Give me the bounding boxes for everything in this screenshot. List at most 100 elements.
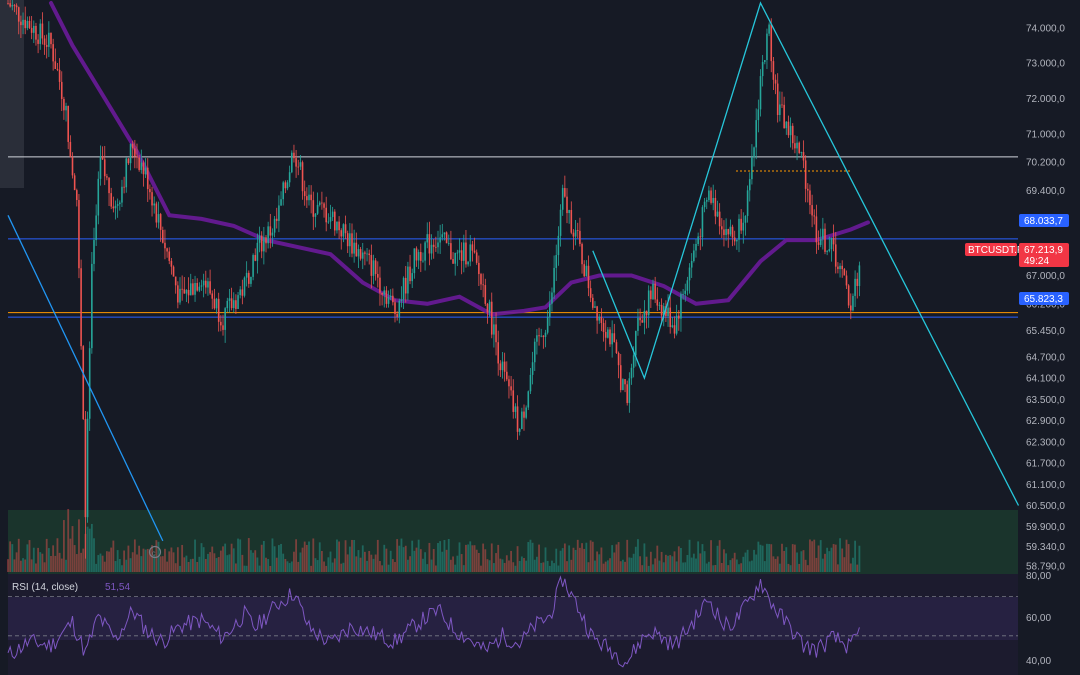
volume-bar bbox=[841, 548, 844, 572]
volume-bar bbox=[170, 547, 173, 572]
price-tick-label: 60.500,0 bbox=[1026, 501, 1065, 512]
chart-canvas[interactable]: c 74.000,0 73.000,0 72.000,0 71.000,0 70.200… bbox=[0, 0, 1080, 675]
candle-body bbox=[252, 255, 254, 277]
volume-bar bbox=[144, 549, 147, 572]
candle-body bbox=[546, 316, 549, 333]
candle-body bbox=[265, 237, 267, 244]
volume-bar bbox=[121, 565, 123, 572]
symbol-badge: BTCUSDT.P bbox=[965, 243, 1024, 256]
candle-body bbox=[656, 299, 659, 306]
volume-bar bbox=[667, 555, 669, 572]
candle-body bbox=[65, 105, 67, 111]
volume-bar bbox=[671, 556, 674, 572]
candle-body bbox=[327, 221, 330, 223]
volume-bar bbox=[598, 554, 601, 572]
candle-body bbox=[71, 156, 74, 176]
candle-body bbox=[209, 281, 211, 294]
volume-bar bbox=[269, 565, 272, 572]
volume-bar bbox=[632, 553, 635, 572]
candle-body bbox=[850, 305, 852, 311]
candle-body bbox=[856, 278, 859, 286]
volume-bar bbox=[654, 558, 657, 572]
candle-body bbox=[602, 322, 605, 332]
volume-bar bbox=[376, 539, 379, 572]
candle-body bbox=[54, 61, 57, 69]
candle-body bbox=[598, 316, 601, 321]
volume-bar bbox=[843, 557, 846, 572]
candle-body bbox=[149, 189, 151, 193]
candle-body bbox=[482, 284, 484, 286]
volume-bar bbox=[723, 549, 725, 572]
candle-body bbox=[824, 228, 826, 252]
volume-bar bbox=[665, 554, 667, 572]
volume-bar bbox=[697, 541, 700, 572]
volume-bar bbox=[402, 547, 405, 572]
volume-bar bbox=[763, 561, 766, 572]
candle-body bbox=[202, 280, 205, 286]
candle-body bbox=[514, 406, 517, 412]
volume-bar bbox=[256, 557, 259, 572]
volume-bar bbox=[106, 551, 108, 572]
volume-bar bbox=[346, 554, 349, 572]
volume-bar bbox=[794, 544, 796, 572]
candle-body bbox=[654, 283, 656, 300]
candle-body bbox=[594, 306, 596, 308]
candle-body bbox=[151, 192, 153, 206]
trading-chart[interactable]: c 74.000,0 73.000,0 72.000,0 71.000,0 70.200… bbox=[0, 0, 1080, 675]
volume-bar bbox=[482, 543, 485, 572]
volume-bar bbox=[43, 562, 46, 572]
price-tick-label: 64.700,0 bbox=[1026, 352, 1065, 363]
volume-bar bbox=[239, 539, 242, 572]
volume-bar bbox=[138, 545, 141, 572]
price-tick-label: 62.900,0 bbox=[1026, 416, 1065, 427]
candle-body bbox=[701, 207, 704, 238]
price-tick-label: 69.400,0 bbox=[1026, 186, 1065, 197]
volume-bar bbox=[563, 543, 566, 572]
volume-bar bbox=[832, 544, 835, 572]
volume-bar bbox=[280, 543, 282, 572]
candle-body bbox=[110, 193, 112, 207]
volume-bar bbox=[198, 556, 201, 572]
volume-bar bbox=[318, 542, 321, 572]
candle-body bbox=[658, 304, 661, 306]
volume-bar bbox=[434, 565, 437, 572]
volume-bar bbox=[574, 549, 577, 572]
rsi-legend[interactable]: RSI (14, close) 51,54 bbox=[12, 582, 130, 593]
candle-body bbox=[88, 348, 91, 419]
volume-bar bbox=[47, 548, 50, 572]
candle-body bbox=[641, 320, 644, 323]
volume-bar bbox=[372, 558, 375, 572]
volume-bar bbox=[746, 549, 749, 572]
volume-bar bbox=[187, 561, 190, 572]
volume-bar bbox=[430, 559, 433, 572]
volume-bar bbox=[701, 544, 704, 572]
volume-bar bbox=[260, 544, 263, 572]
volume-bar bbox=[200, 543, 203, 572]
candle-body bbox=[138, 157, 140, 170]
candle-body bbox=[622, 379, 624, 390]
volume-bar bbox=[196, 561, 199, 572]
candle-body bbox=[211, 293, 214, 299]
candle-body bbox=[224, 308, 226, 330]
candle-body bbox=[316, 204, 319, 214]
volume-bar bbox=[219, 550, 222, 572]
candle-body bbox=[170, 260, 173, 267]
volume-bar bbox=[546, 560, 549, 572]
volume-bar bbox=[288, 563, 291, 572]
volume-bar bbox=[469, 541, 472, 572]
left-toolbar-strip[interactable] bbox=[0, 0, 24, 188]
volume-bar bbox=[748, 561, 751, 572]
candle-body bbox=[166, 248, 168, 252]
candle-body bbox=[643, 310, 646, 323]
volume-bar bbox=[858, 545, 861, 572]
volume-bar bbox=[394, 562, 396, 572]
volume-bar bbox=[613, 552, 616, 572]
candle-body bbox=[785, 121, 788, 129]
candle-body bbox=[379, 277, 381, 293]
volume-bar bbox=[544, 547, 547, 572]
candle-body bbox=[512, 390, 515, 412]
volume-bar bbox=[437, 543, 439, 572]
volume-bar bbox=[159, 556, 162, 572]
candle-body bbox=[456, 252, 459, 254]
volume-bar bbox=[235, 563, 237, 572]
